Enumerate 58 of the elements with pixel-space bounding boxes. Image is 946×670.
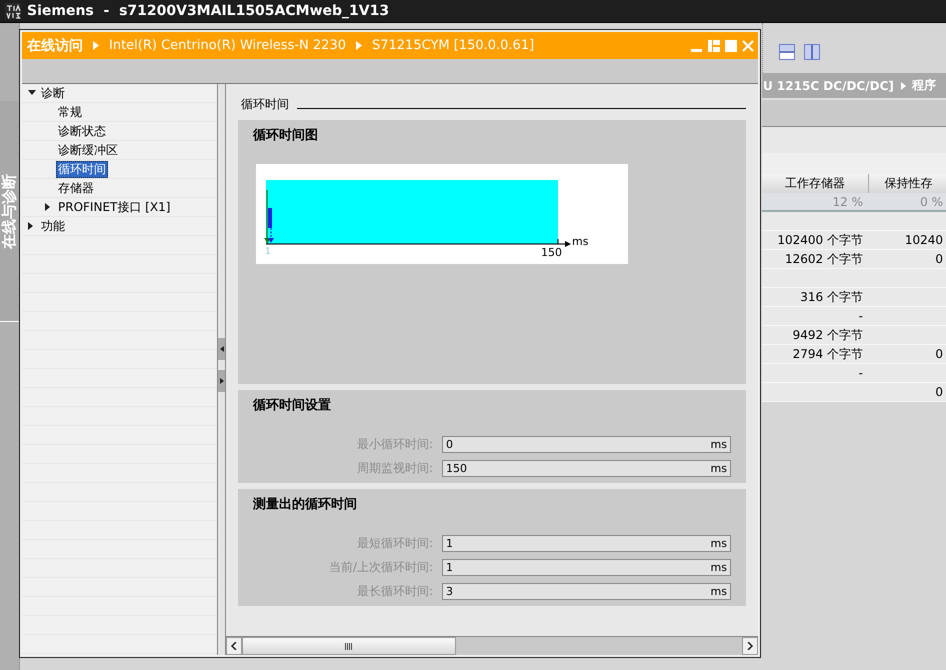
value-field[interactable]: 150 ms [442,460,731,477]
value-field[interactable]: 0 ms [442,436,731,453]
table-cell: 0 [935,347,943,361]
tree-item[interactable]: PROFINET接口 [X1] [56,198,172,216]
axis-unit: ms [572,235,588,248]
tree-item[interactable]: 功能 [39,218,67,234]
app-logo-icon [5,3,21,19]
expand-right-button[interactable] [218,370,225,392]
tree-item[interactable]: 诊断状态 [56,122,108,140]
breadcrumb-arrow-icon [356,41,362,50]
table-cell: - [858,309,863,323]
table-cell: 2794 个字节 [792,347,863,361]
field-label: 当前/上次循环时间: [328,559,433,576]
breadcrumb-arrow-icon [93,41,99,50]
collapsed-arrow-icon[interactable] [45,203,51,211]
table-cell: 102400 个字节 [777,233,863,247]
value-field[interactable]: 1 ms [442,559,731,576]
tree-item[interactable]: 常规 [56,104,84,120]
tree-item[interactable]: 循环时间 [56,160,108,178]
window-title: Siemens - s71200V3MAIL1505ACMweb_1V13 [27,3,390,19]
right-chevron-icon [747,642,753,650]
tree-item[interactable]: 诊断缓冲区 [56,142,120,158]
tile-icon[interactable] [708,40,720,52]
scroll-right-button[interactable] [742,637,758,655]
table-cell: 316 个字节 [800,290,863,304]
group-title: 测量出的循环时间 [253,496,357,513]
table-cell: 0 [935,385,943,399]
section-title: 循环时间 [241,96,289,113]
group-title: 循环时间图 [253,127,318,144]
axis-max-label: 150 [541,246,562,259]
field-label: 最短循环时间: [356,535,433,552]
table-cell: 0 % [920,195,943,209]
value-field[interactable]: 3 ms [442,583,731,600]
axis-min-label: 1 [265,247,271,257]
scrollbar-thumb[interactable] [242,637,456,655]
table-cell: 0 [935,252,943,266]
scroll-left-button[interactable] [226,637,242,655]
left-arrow-icon [220,346,224,352]
field-label: 最长循环时间: [356,583,433,600]
right-arrow-icon [220,378,224,384]
value-field[interactable]: 1 ms [442,535,731,552]
field-label: 最小循环时间: [356,436,433,453]
collapsed-arrow-icon[interactable] [28,222,34,230]
table-cell: - [858,366,863,380]
tree-item[interactable]: 诊断 [39,84,67,102]
group-title: 循环时间设置 [253,397,331,414]
table-cell: 12 % [832,195,863,209]
split-vertical-icon[interactable] [804,44,820,60]
table-cell: 12602 个字节 [785,252,863,266]
collapse-left-button[interactable] [218,338,225,360]
split-horizontal-icon[interactable] [779,44,795,60]
field-label: 周期监视时间: [356,460,433,477]
table-cell: 10240 [904,233,943,247]
table-cell: 9492 个字节 [792,328,863,342]
left-chevron-icon [231,642,237,650]
breadcrumb-arrow-icon [900,82,906,90]
expanded-arrow-icon[interactable] [28,90,36,96]
tree-item[interactable]: 存储器 [56,180,96,196]
